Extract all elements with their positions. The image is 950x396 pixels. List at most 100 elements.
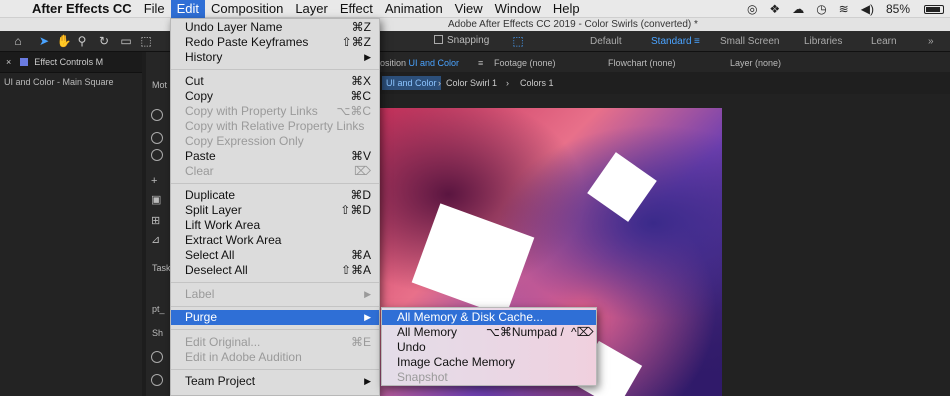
tab-layer[interactable]: Layer (none)	[730, 58, 781, 68]
menu-item-history[interactable]: History ▶	[171, 50, 379, 65]
menu-layer[interactable]: Layer	[289, 0, 334, 18]
checkbox-icon	[434, 35, 443, 44]
tab-composition-menu-icon[interactable]: ≡	[478, 58, 483, 68]
menu-item-label: Copy Expression Only	[185, 134, 304, 148]
menu-item-deselect-all[interactable]: Deselect All ⇧⌘A	[171, 263, 379, 278]
radio-icon[interactable]	[151, 351, 163, 363]
menu-item-label: Edit in Adobe Audition	[185, 350, 302, 364]
camera-tool-icon[interactable]: ▭	[118, 34, 134, 49]
menu-edit[interactable]: Edit	[170, 0, 206, 18]
menu-item-extract-work-area[interactable]: Extract Work Area	[171, 233, 379, 248]
menu-item-cut[interactable]: Cut ⌘X	[171, 74, 379, 89]
breadcrumb-ui-and-color[interactable]: UI and Color	[382, 76, 441, 90]
battery-icon[interactable]	[916, 2, 950, 16]
white-square-large[interactable]	[411, 203, 535, 317]
menu-item-label: Duplicate	[185, 188, 236, 202]
tab-composition[interactable]: osition UI and Color	[380, 58, 459, 68]
close-icon[interactable]: ×	[6, 57, 11, 67]
volume-icon[interactable]: ◀)	[855, 2, 880, 16]
menu-animation[interactable]: Animation	[379, 0, 449, 18]
workspace-libraries[interactable]: Libraries	[804, 36, 842, 47]
app-menu[interactable]: After Effects CC	[22, 0, 138, 18]
submenu-item-undo[interactable]: Undo	[382, 340, 596, 355]
radio-icon[interactable]	[151, 132, 163, 144]
menu-item-edit-in-audition: Edit in Adobe Audition	[171, 350, 379, 365]
tab-effect-controls[interactable]: Effect Controls M	[34, 57, 103, 67]
workspace-overflow-icon[interactable]: »	[928, 36, 934, 47]
menu-item-copy[interactable]: Copy ⌘C	[171, 89, 379, 104]
panel-label: pt_	[152, 304, 165, 314]
menu-item-label: Lift Work Area	[185, 218, 261, 232]
snap-options-icon[interactable]: ⬚	[510, 34, 526, 49]
menu-composition[interactable]: Composition	[205, 0, 289, 18]
menu-window[interactable]: Window	[489, 0, 547, 18]
pan-behind-tool-icon[interactable]: ⬚	[138, 34, 154, 49]
menu-item-paste[interactable]: Paste ⌘V	[171, 149, 379, 164]
workspace-default[interactable]: Default	[590, 36, 622, 47]
breadcrumb-color-swirl[interactable]: Color Swirl 1	[446, 78, 497, 88]
menu-item-select-all[interactable]: Select All ⌘A	[171, 248, 379, 263]
menu-item-label: Copy with Property Links	[185, 104, 318, 118]
creative-cloud-icon[interactable]: ☁	[786, 2, 810, 16]
hand-tool-icon[interactable]: ✋	[56, 34, 72, 49]
menu-item-duplicate[interactable]: Duplicate ⌘D	[171, 188, 379, 203]
menu-item-lift-work-area[interactable]: Lift Work Area	[171, 218, 379, 233]
menu-view[interactable]: View	[449, 0, 489, 18]
tab-footage[interactable]: Footage (none)	[494, 58, 556, 68]
menu-item-redo[interactable]: Redo Paste Keyframes ⇧⌘Z	[171, 35, 379, 50]
snapping-label: Snapping	[447, 35, 490, 46]
menu-item-label: Select All	[185, 248, 235, 262]
radio-icon[interactable]	[151, 149, 163, 161]
dropbox-icon[interactable]: ❖	[763, 2, 786, 16]
submenu-item-image-cache-memory[interactable]: Image Cache Memory	[382, 355, 596, 370]
apple-icon[interactable]	[0, 0, 22, 18]
workspace-menu-icon[interactable]: ≡	[694, 36, 700, 47]
add-icon[interactable]: +	[151, 175, 163, 187]
shortcut-label: ⇧⌘A	[340, 263, 371, 277]
shortcut-label: ⌘A	[350, 248, 371, 262]
menu-item-purge[interactable]: Purge ▶	[171, 310, 379, 325]
wifi-icon[interactable]: ≋	[833, 2, 855, 16]
menu-item-team-project[interactable]: Team Project ▶	[171, 374, 379, 389]
menu-effect[interactable]: Effect	[334, 0, 379, 18]
selection-tool-icon[interactable]: ➤	[36, 34, 52, 49]
submenu-item-all-memory-disk-cache[interactable]: All Memory & Disk Cache...	[382, 310, 596, 325]
zoom-tool-icon[interactable]: ⚲	[74, 34, 90, 49]
ctrl-delete-key-icon: ^⌦	[571, 325, 594, 339]
menu-file[interactable]: File	[138, 0, 171, 18]
battery-percent: 85%	[885, 2, 910, 16]
menu-item-label: Image Cache Memory	[397, 355, 516, 369]
time-machine-icon[interactable]: ◷	[810, 2, 832, 16]
home-icon[interactable]: ⌂	[10, 34, 26, 49]
menu-item-label: Snapshot	[397, 370, 448, 384]
white-square-small[interactable]	[587, 152, 657, 222]
panel-subtitle: UI and Color - Main Square	[4, 77, 114, 87]
submenu-item-all-memory[interactable]: All Memory ⌥⌘Numpad / ^⌦	[382, 325, 596, 340]
menu-item-clear: Clear ⌦	[171, 164, 379, 179]
purge-submenu: All Memory & Disk Cache... All Memory ⌥⌘N…	[381, 307, 597, 386]
search-status-icon[interactable]: ◎	[741, 2, 763, 16]
workspace-small-screen[interactable]: Small Screen	[720, 36, 779, 47]
align-icon[interactable]: ▣	[151, 194, 163, 206]
shortcut-label: ⌥⌘C	[336, 104, 372, 118]
menu-item-split-layer[interactable]: Split Layer ⇧⌘D	[171, 203, 379, 218]
menu-item-undo[interactable]: Undo Layer Name ⌘Z	[171, 20, 379, 35]
submenu-arrow-icon: ▶	[364, 312, 371, 322]
secondary-tools-panel: Mot + ▣ ⊞ ⊿ Task pt_ Sh	[146, 52, 171, 396]
menu-help[interactable]: Help	[547, 0, 586, 18]
menu-divider	[171, 282, 379, 283]
tab-flowchart[interactable]: Flowchart (none)	[608, 58, 676, 68]
workspace-standard[interactable]: Standard	[651, 36, 692, 47]
workspace-learn[interactable]: Learn	[871, 36, 897, 47]
shortcut-label: ⇧⌘Z	[341, 35, 371, 49]
radio-icon[interactable]	[151, 374, 163, 386]
distribute-icon[interactable]: ⊞	[151, 215, 163, 227]
radio-icon[interactable]	[151, 109, 163, 121]
snapping-checkbox[interactable]: Snapping	[434, 35, 489, 46]
breadcrumb-colors[interactable]: Colors 1	[520, 78, 554, 88]
effect-controls-icon	[19, 58, 28, 66]
graph-icon[interactable]: ⊿	[151, 234, 163, 246]
menu-item-label: Extract Work Area	[185, 233, 282, 247]
menu-item-label: Undo Layer Name	[185, 20, 283, 34]
rotate-tool-icon[interactable]: ↻	[96, 34, 112, 49]
